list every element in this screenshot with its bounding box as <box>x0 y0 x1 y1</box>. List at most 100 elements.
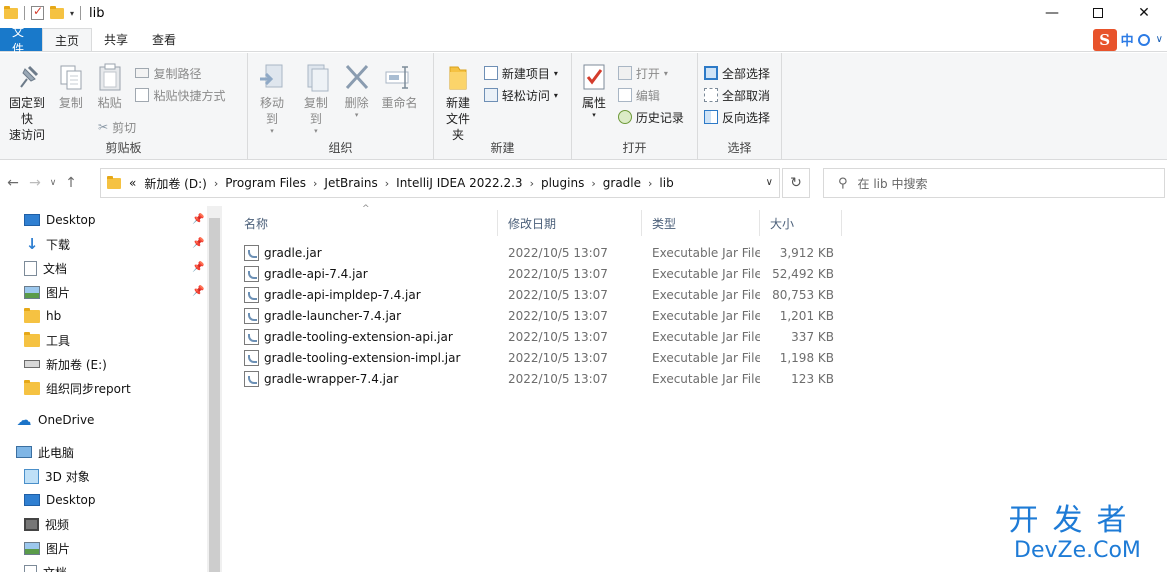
breadcrumb-chevron-icon[interactable]: › <box>648 177 652 190</box>
sidebar-item-3d-objects[interactable]: 3D 对象 <box>24 464 90 488</box>
tab-home[interactable]: 主页 <box>42 28 93 51</box>
address-history-chevron-icon[interactable]: ∨ <box>766 177 773 188</box>
sidebar-item-tools[interactable]: 工具 <box>24 328 70 352</box>
move-to-label: 移动到 <box>259 96 284 126</box>
sidebar-item-documents[interactable]: 文档 <box>24 256 67 280</box>
file-date: 2022/10/5 13:07 <box>508 266 608 281</box>
easy-access-icon <box>483 88 498 102</box>
sidebar-item-pictures[interactable]: 图片 <box>24 280 70 304</box>
breadcrumb-item[interactable]: 新加卷 (D:) <box>144 175 206 192</box>
sidebar-item-videos[interactable]: 视频 <box>24 512 69 536</box>
breadcrumb-chevron-icon[interactable]: › <box>385 177 389 190</box>
cut-button[interactable]: ✂ 剪切 <box>98 117 136 137</box>
sidebar-item-documents-pc[interactable]: 文档 <box>24 560 67 572</box>
tab-share[interactable]: 共享 <box>92 28 140 51</box>
sidebar-item-this-pc[interactable]: 此电脑 <box>16 440 74 464</box>
maximize-button[interactable] <box>1075 0 1121 26</box>
jar-file-icon <box>244 286 259 303</box>
sidebar-item-drive-e[interactable]: 新加卷 (E:) <box>24 352 107 376</box>
select-all-button[interactable]: 全部选择 <box>704 63 770 83</box>
edit-label: 编辑 <box>635 88 660 103</box>
sidebar-item-label: 图片 <box>46 541 71 556</box>
pin-icon[interactable]: 📌 <box>192 286 204 297</box>
ime-mode-label: 中 <box>1120 34 1134 49</box>
history-button[interactable]: 历史记录 <box>617 107 684 127</box>
open-button[interactable]: 打开 ▾ <box>617 63 684 83</box>
search-box[interactable]: ⚲ 在 lib 中搜索 <box>823 168 1165 198</box>
column-header-size[interactable]: 大小 <box>760 210 842 236</box>
breadcrumb-item[interactable]: Program Files <box>225 176 306 190</box>
delete-button[interactable]: 删除 ▾ <box>340 57 374 123</box>
properties-button[interactable]: 属性 ▾ <box>576 57 612 123</box>
copy-path-icon <box>135 68 150 78</box>
sidebar-item-label: 此电脑 <box>38 445 75 460</box>
new-item-button[interactable]: 新建项目 ▾ <box>483 63 558 83</box>
select-all-icon <box>704 66 718 80</box>
breadcrumb-chevron-icon[interactable]: › <box>530 177 534 190</box>
sidebar-item-onedrive[interactable]: ☁ OneDrive <box>16 408 95 432</box>
table-row[interactable]: gradle-wrapper-7.4.jar 2022/10/5 13:07 E… <box>234 368 844 389</box>
table-row[interactable]: gradle-api-7.4.jar 2022/10/5 13:07 Execu… <box>234 263 844 284</box>
sidebar-item-hb[interactable]: hb <box>24 304 61 328</box>
minimize-button[interactable]: — <box>1029 0 1075 26</box>
tab-file[interactable]: 文件 <box>0 25 42 56</box>
sidebar-item-desktop[interactable]: Desktop <box>24 208 96 232</box>
folder-icon <box>24 379 40 395</box>
paste-shortcut-button[interactable]: 粘贴快捷方式 <box>135 85 226 105</box>
rename-button[interactable]: 重命名 <box>377 57 421 115</box>
sidebar-item-desktop-pc[interactable]: Desktop <box>24 488 96 512</box>
breadcrumb-overflow[interactable]: « <box>129 176 136 190</box>
refresh-button[interactable]: ↻ <box>782 168 810 198</box>
new-item-label: 新建项目 <box>501 66 550 81</box>
tab-view[interactable]: 查看 <box>140 28 188 51</box>
forward-arrow-icon[interactable]: → <box>24 175 46 191</box>
breadcrumb-item[interactable]: IntelliJ IDEA 2022.2.3 <box>396 176 522 190</box>
ribbon-collapse-chevron-icon[interactable]: ∨ <box>1156 34 1163 45</box>
table-row[interactable]: gradle-tooling-extension-api.jar 2022/10… <box>234 326 844 347</box>
breadcrumb-item[interactable]: JetBrains <box>324 176 377 190</box>
back-arrow-icon[interactable]: ← <box>2 175 24 191</box>
table-row[interactable]: gradle-tooling-extension-impl.jar 2022/1… <box>234 347 844 368</box>
properties-check-icon[interactable] <box>31 4 44 20</box>
edit-button[interactable]: 编辑 <box>617 85 684 105</box>
sidebar-item-pictures-pc[interactable]: 图片 <box>24 536 70 560</box>
table-row[interactable]: gradle-launcher-7.4.jar 2022/10/5 13:07 … <box>234 305 844 326</box>
ime-indicator[interactable]: S 中 <box>1092 28 1150 51</box>
breadcrumb-chevron-icon[interactable]: › <box>214 177 218 190</box>
pin-icon[interactable]: 📌 <box>192 238 204 249</box>
new-folder-icon[interactable] <box>50 5 64 19</box>
invert-selection-button[interactable]: 反向选择 <box>704 107 770 127</box>
sidebar-item-downloads[interactable]: ↓ 下载 <box>24 232 70 256</box>
document-icon <box>24 564 37 572</box>
column-header-date[interactable]: 修改日期 <box>498 210 642 236</box>
close-button[interactable]: ✕ <box>1121 0 1167 26</box>
pin-quick-access-button[interactable]: 固定到快 速访问 <box>4 57 50 147</box>
easy-access-button[interactable]: 轻松访问 ▾ <box>483 85 558 105</box>
address-bar[interactable]: « 新加卷 (D:) › Program Files › JetBrains ›… <box>100 168 780 198</box>
column-header-type[interactable]: 类型 <box>642 210 760 236</box>
breadcrumb-chevron-icon[interactable]: › <box>591 177 595 190</box>
sidebar-item-label: 图片 <box>46 285 71 300</box>
table-row[interactable]: gradle.jar 2022/10/5 13:07 Executable Ja… <box>234 242 844 263</box>
pin-icon[interactable]: 📌 <box>192 262 204 273</box>
table-row[interactable]: gradle-api-impldep-7.4.jar 2022/10/5 13:… <box>234 284 844 305</box>
column-header-name[interactable]: 名称 <box>234 210 498 236</box>
copy-button[interactable]: 复制 <box>54 57 88 115</box>
pin-icon <box>20 65 39 88</box>
select-none-button[interactable]: 全部取消 <box>704 85 770 105</box>
sidebar-scrollbar-thumb[interactable] <box>209 218 220 572</box>
breadcrumb-chevron-icon[interactable]: › <box>313 177 317 190</box>
breadcrumb-item[interactable]: gradle <box>603 176 641 190</box>
recent-locations-chevron-icon[interactable]: ∨ <box>46 178 60 188</box>
breadcrumb-item[interactable]: lib <box>659 176 673 190</box>
customize-toolbar-chevron-icon[interactable]: ▾ <box>70 9 74 18</box>
sidebar-item-sync-report[interactable]: 组织同步report <box>24 376 131 400</box>
paste-button[interactable]: 粘贴 <box>92 57 128 115</box>
up-arrow-icon[interactable]: ↑ <box>60 175 82 191</box>
breadcrumb-item[interactable]: plugins <box>541 176 584 190</box>
copy-path-button[interactable]: 复制路径 <box>135 63 225 83</box>
new-folder-button[interactable]: 新建 文件夹 <box>438 57 478 147</box>
move-to-button[interactable]: 移动到 ▾ <box>252 57 292 139</box>
copy-to-button[interactable]: 复制到 ▾ <box>296 57 336 139</box>
pin-icon[interactable]: 📌 <box>192 214 204 225</box>
